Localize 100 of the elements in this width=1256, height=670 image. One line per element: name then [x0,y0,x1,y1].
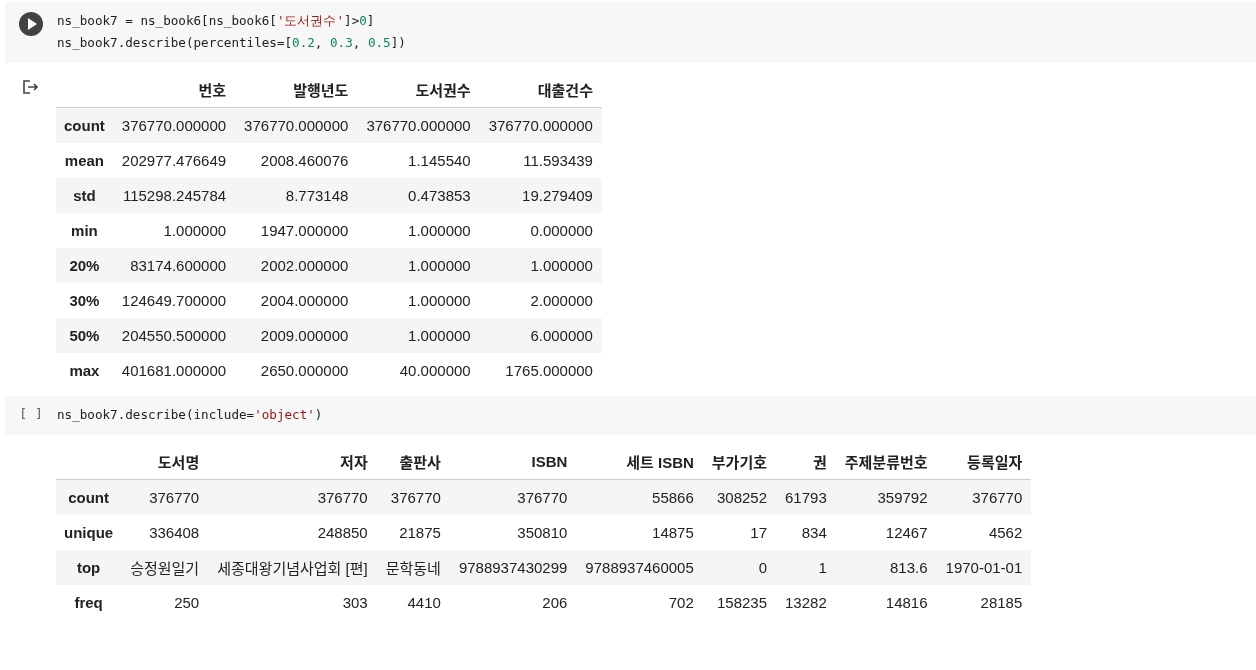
table-cell: 350810 [517,524,568,541]
table-cell: 9788937430299 [458,559,568,576]
table-cell: 6.000000 [530,327,593,344]
table-cell: 1.000000 [408,257,471,274]
table-cell: 0.000000 [530,222,593,239]
column-header: 저자 [340,453,368,471]
table-cell: 359792 [877,489,928,506]
table-cell: 1.145540 [408,152,471,169]
column-header: 등록일자 [967,453,1023,471]
row-label: freq [74,594,103,611]
table-cell: 376770 [317,489,368,506]
table-cell: 세종대왕기념사업회 [편] [217,560,368,577]
table-cell: 2008.460076 [260,152,349,169]
table-cell: 2002.000000 [260,257,349,274]
column-header: 권 [812,453,827,471]
table-cell: 1970-01-01 [945,559,1023,576]
row-label: unique [64,524,114,541]
code-line: ns_book7 = ns_book6[ns_book6['도서권수']>0] [57,12,376,30]
play-icon [27,18,37,30]
table-cell: 376770.000000 [488,117,593,134]
table-cell: 401681.000000 [121,362,227,379]
table-cell: 2009.000000 [260,327,349,344]
table-cell: 1.000000 [408,292,471,309]
table-cell: 124649.700000 [121,292,227,309]
table-cell: 376770 [390,489,441,506]
table-cell: 4562 [988,524,1023,541]
table-cell: 28185 [980,594,1023,611]
table-cell: 2.000000 [530,292,593,309]
table-cell: 303 [342,594,368,611]
table-cell: 55866 [652,489,694,506]
table-cell: 2650.000000 [260,362,349,379]
table-cell: 376770 [149,489,200,506]
table-cell: 0.473853 [408,187,471,204]
table-cell: 14875 [652,524,694,541]
table-cell: 813.6 [890,559,928,576]
table-cell: 1765.000000 [505,362,593,379]
table-cell: 문학동네 [385,560,441,577]
table-cell: 376770 [517,489,568,506]
table-cell: 승정원일기 [130,560,200,577]
table-cell: 83174.600000 [130,257,227,274]
table-cell: 158235 [716,594,767,611]
column-header: 번호 [198,81,227,99]
table-cell: 40.000000 [399,362,471,379]
table-cell: 1.000000 [530,257,593,274]
table-cell: 1947.000000 [260,222,349,239]
run-cell-button[interactable]: [ ] [19,406,43,421]
row-label: 50% [69,327,100,344]
table-cell: 8.773148 [285,187,349,204]
table-cell: 12467 [885,524,928,541]
row-label: std [73,187,96,204]
row-label: count [68,489,109,506]
table-cell: 702 [668,594,694,611]
table-cell: 17 [750,524,767,541]
table-cell: 11.593439 [523,152,593,169]
code-line: ns_book7.describe(percentiles=[0.2, 0.3, 0.5]) [57,34,406,52]
row-label: min [71,222,98,239]
table-cell: 206 [542,594,568,611]
table-cell: 202977.476649 [121,152,227,169]
table-cell: 248850 [317,524,368,541]
table-cell: 376770.000000 [244,117,349,134]
table-cell: 376770.000000 [366,117,471,134]
output-icon[interactable] [22,79,38,95]
row-label: 30% [69,292,100,309]
table-cell: 13282 [785,594,827,611]
column-header: 도서권수 [415,81,471,99]
table-cell: 308252 [716,489,767,506]
table-cell: 0 [758,559,767,576]
table-cell: 1 [818,559,827,576]
column-header: 부가기호 [711,453,767,471]
table-cell: 1.000000 [163,222,227,239]
row-label: count [64,117,105,134]
column-header: ISBN [531,452,568,470]
table-cell: 61793 [785,489,827,506]
table-cell: 1.000000 [408,222,471,239]
column-header: 발행년도 [293,81,349,99]
table-cell: 376770.000000 [121,117,227,134]
table-cell: 2004.000000 [260,292,349,309]
column-header: 대출건수 [537,81,593,99]
column-header: 세트 ISBN [626,453,694,471]
column-header: 주제분류번호 [844,453,928,471]
column-header: 도서명 [157,453,200,471]
table-cell: 9788937460005 [585,559,694,576]
table-cell: 19.279409 [522,187,593,204]
column-header: 출판사 [399,453,441,471]
run-cell-button[interactable] [19,12,43,36]
table-cell: 4410 [407,594,441,611]
table-cell: 21875 [399,524,441,541]
code-line: ns_book7.describe(include='object') [57,406,323,424]
table-cell: 1.000000 [408,327,471,344]
row-label: top [76,559,101,576]
table-cell: 204550.500000 [121,327,227,344]
table-cell: 376770 [972,489,1023,506]
row-label: max [69,362,100,379]
table-cell: 250 [174,594,200,611]
row-label: mean [64,152,104,169]
table-cell: 834 [801,524,827,541]
row-label: 20% [69,257,100,274]
table-cell: 115298.245784 [122,187,227,204]
table-cell: 14816 [885,594,928,611]
table-cell: 336408 [149,524,200,541]
